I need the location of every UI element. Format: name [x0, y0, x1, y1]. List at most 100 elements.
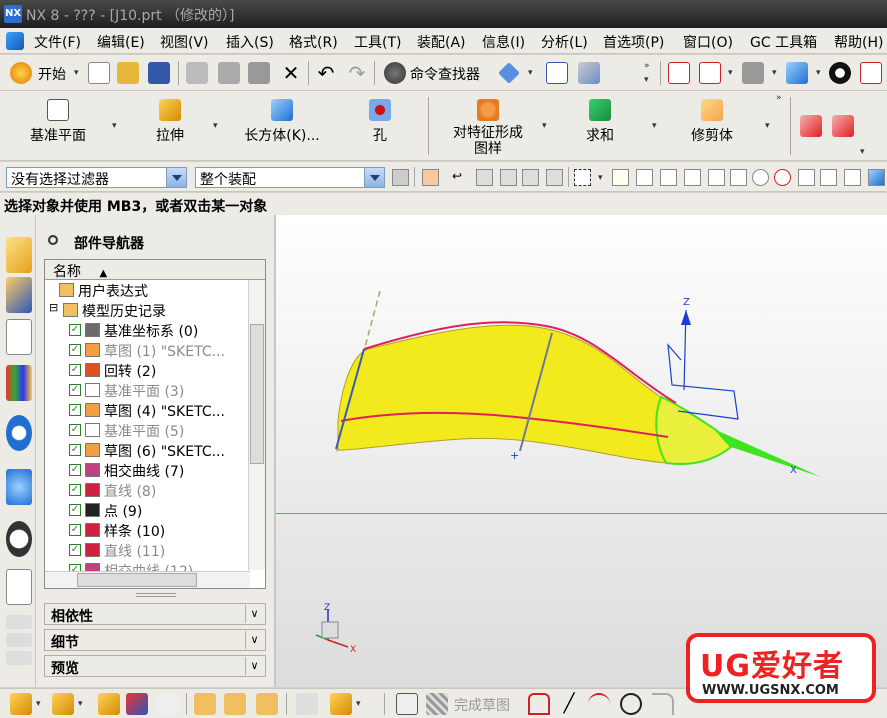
command-finder-icon[interactable] [384, 62, 406, 84]
tree-row[interactable]: ✓ 点 (9) [45, 500, 250, 520]
app-menu-icon[interactable] [6, 32, 24, 50]
finish-sketch-label[interactable]: 完成草图 [454, 695, 510, 715]
select-edge-icon[interactable] [522, 169, 539, 186]
circle-icon[interactable] [620, 693, 642, 715]
open-icon[interactable] [117, 62, 139, 84]
snap-bounded-icon[interactable] [844, 169, 861, 186]
datum-plane-button[interactable]: 基准平面 [18, 99, 98, 145]
rect-select-dropdown-icon[interactable]: ▾ [598, 173, 603, 183]
web-browser-tab[interactable] [6, 469, 32, 505]
trim-dropdown-icon[interactable]: ▾ [765, 121, 770, 131]
move-component-icon[interactable] [98, 693, 120, 715]
snap-existing-icon[interactable] [636, 169, 653, 186]
menu-file[interactable]: 文件(F) [34, 32, 81, 52]
dependencies-panel[interactable]: 相依性 ∨ [44, 603, 266, 625]
toolbar-overflow-icon[interactable]: » [644, 61, 650, 71]
add-component-icon[interactable] [52, 693, 74, 715]
clone-icon[interactable] [224, 693, 246, 715]
delete-icon[interactable]: ✕ [280, 62, 302, 84]
visibility-checkbox[interactable]: ✓ [69, 524, 81, 536]
assembly-dropdown-icon[interactable]: ▾ [36, 699, 41, 709]
sequence-icon[interactable] [256, 693, 278, 715]
arrangement-icon[interactable] [296, 693, 318, 715]
datum-plane-dropdown-icon[interactable]: ▾ [112, 121, 117, 131]
redo-icon[interactable]: ↷ [346, 62, 368, 84]
hole-button[interactable]: 孔 [360, 99, 400, 145]
tree-row[interactable]: 用户表达式 [45, 280, 250, 300]
save-icon[interactable] [148, 62, 170, 84]
wave-icon[interactable] [194, 693, 216, 715]
wave-geometry-icon[interactable] [330, 693, 352, 715]
visibility-checkbox[interactable]: ✓ [69, 464, 81, 476]
visibility-checkbox[interactable]: ✓ [69, 544, 81, 556]
block-button[interactable]: 长方体(K)... [236, 99, 328, 145]
tree-row[interactable]: ✓ 草图 (6) "SKETC... [45, 440, 250, 460]
undo-icon[interactable]: ↶ [315, 62, 337, 84]
visibility-checkbox[interactable]: ✓ [69, 504, 81, 516]
shade-dropdown-icon[interactable]: ▾ [816, 68, 821, 78]
shaded-cube-icon[interactable] [786, 62, 808, 84]
tree-row[interactable]: ✓ 样条 (10) [45, 520, 250, 540]
chevron-down-icon[interactable]: ∨ [245, 605, 263, 623]
menu-information[interactable]: 信息(I) [482, 32, 525, 52]
menu-assemblies[interactable]: 装配(A) [417, 32, 466, 52]
tree-row[interactable]: ✓ 直线 (8) [45, 480, 250, 500]
snap-intersection-icon[interactable] [730, 169, 747, 186]
reuse-library-tab[interactable] [6, 365, 32, 401]
type-filter-select[interactable]: 没有选择过滤器 [6, 167, 187, 188]
visibility-checkbox[interactable]: ✓ [69, 364, 81, 376]
visibility-checkbox[interactable]: ✓ [69, 344, 81, 356]
select-face-icon[interactable] [500, 169, 517, 186]
chevron-down-icon[interactable] [364, 168, 384, 187]
menu-window[interactable]: 窗口(O) [683, 32, 733, 52]
menu-tools[interactable]: 工具(T) [354, 32, 401, 52]
tree-row[interactable]: ✓ 回转 (2) [45, 360, 250, 380]
tree-row[interactable]: ✓ 基准平面 (5) [45, 420, 250, 440]
assembly-filter-icon[interactable] [392, 169, 409, 186]
tree-row[interactable]: ✓ 基准坐标系 (0) [45, 320, 250, 340]
cut-icon[interactable] [186, 62, 208, 84]
history-tab[interactable] [6, 521, 32, 557]
part-navigator-tab[interactable] [6, 319, 32, 355]
fit-dropdown-icon[interactable]: ▾ [728, 68, 733, 78]
extrude-dropdown-icon[interactable]: ▾ [213, 121, 218, 131]
menu-insert[interactable]: 插入(S) [226, 32, 274, 52]
profile-icon[interactable] [528, 693, 550, 715]
tree-row[interactable]: ✓ 草图 (4) "SKETC... [45, 400, 250, 420]
snap-point-icon[interactable] [612, 169, 629, 186]
extrude-button[interactable]: 拉伸 [140, 99, 200, 145]
tree-row[interactable]: ✓ 基准平面 (3) [45, 380, 250, 400]
details-panel[interactable]: 细节 ∨ [44, 629, 266, 651]
scroll-thumb[interactable] [250, 324, 264, 464]
wcs-icon[interactable] [546, 62, 568, 84]
component-dropdown-icon[interactable]: ▾ [78, 699, 83, 709]
visibility-checkbox[interactable]: ✓ [69, 404, 81, 416]
snap-endpoint-icon[interactable] [660, 169, 677, 186]
menu-gc-toolkit[interactable]: GC 工具箱 [750, 32, 817, 52]
paste-icon[interactable] [248, 62, 270, 84]
graphics-window[interactable]: Z X + Z X [276, 215, 887, 687]
tree-horizontal-scrollbar[interactable] [45, 571, 250, 588]
preview-panel[interactable]: 预览 ∨ [44, 655, 266, 677]
chevron-down-icon[interactable]: ∨ [245, 631, 263, 649]
touch-icon[interactable] [498, 62, 520, 84]
pattern-dropdown-icon[interactable]: ▾ [542, 121, 547, 131]
visibility-checkbox[interactable]: ✓ [69, 444, 81, 456]
more-icon[interactable] [860, 62, 882, 84]
sort-ascending-icon[interactable]: ▲ [99, 268, 107, 279]
through-curves-icon[interactable] [832, 115, 854, 137]
collapse-icon[interactable]: ⊟ [49, 301, 58, 314]
sketch-icon[interactable] [396, 693, 418, 715]
fit-icon[interactable] [699, 62, 721, 84]
general-selection-icon[interactable] [422, 169, 439, 186]
snap-tangent-icon[interactable] [820, 169, 837, 186]
surface-dropdown-icon[interactable]: ▾ [860, 147, 865, 157]
assembly-navigator-tab[interactable] [6, 237, 32, 273]
arc-icon[interactable] [588, 693, 610, 715]
trim-body-button[interactable]: 修剪体 [684, 99, 740, 145]
reset-filter-icon[interactable]: ↩ [452, 169, 469, 186]
pattern-feature-button[interactable]: 对特征形成 图样 [444, 99, 532, 157]
constraint-navigator-tab[interactable] [6, 277, 32, 313]
tree-row[interactable]: ✓ 直线 (11) [45, 540, 250, 560]
scroll-down-icon[interactable] [6, 633, 32, 647]
